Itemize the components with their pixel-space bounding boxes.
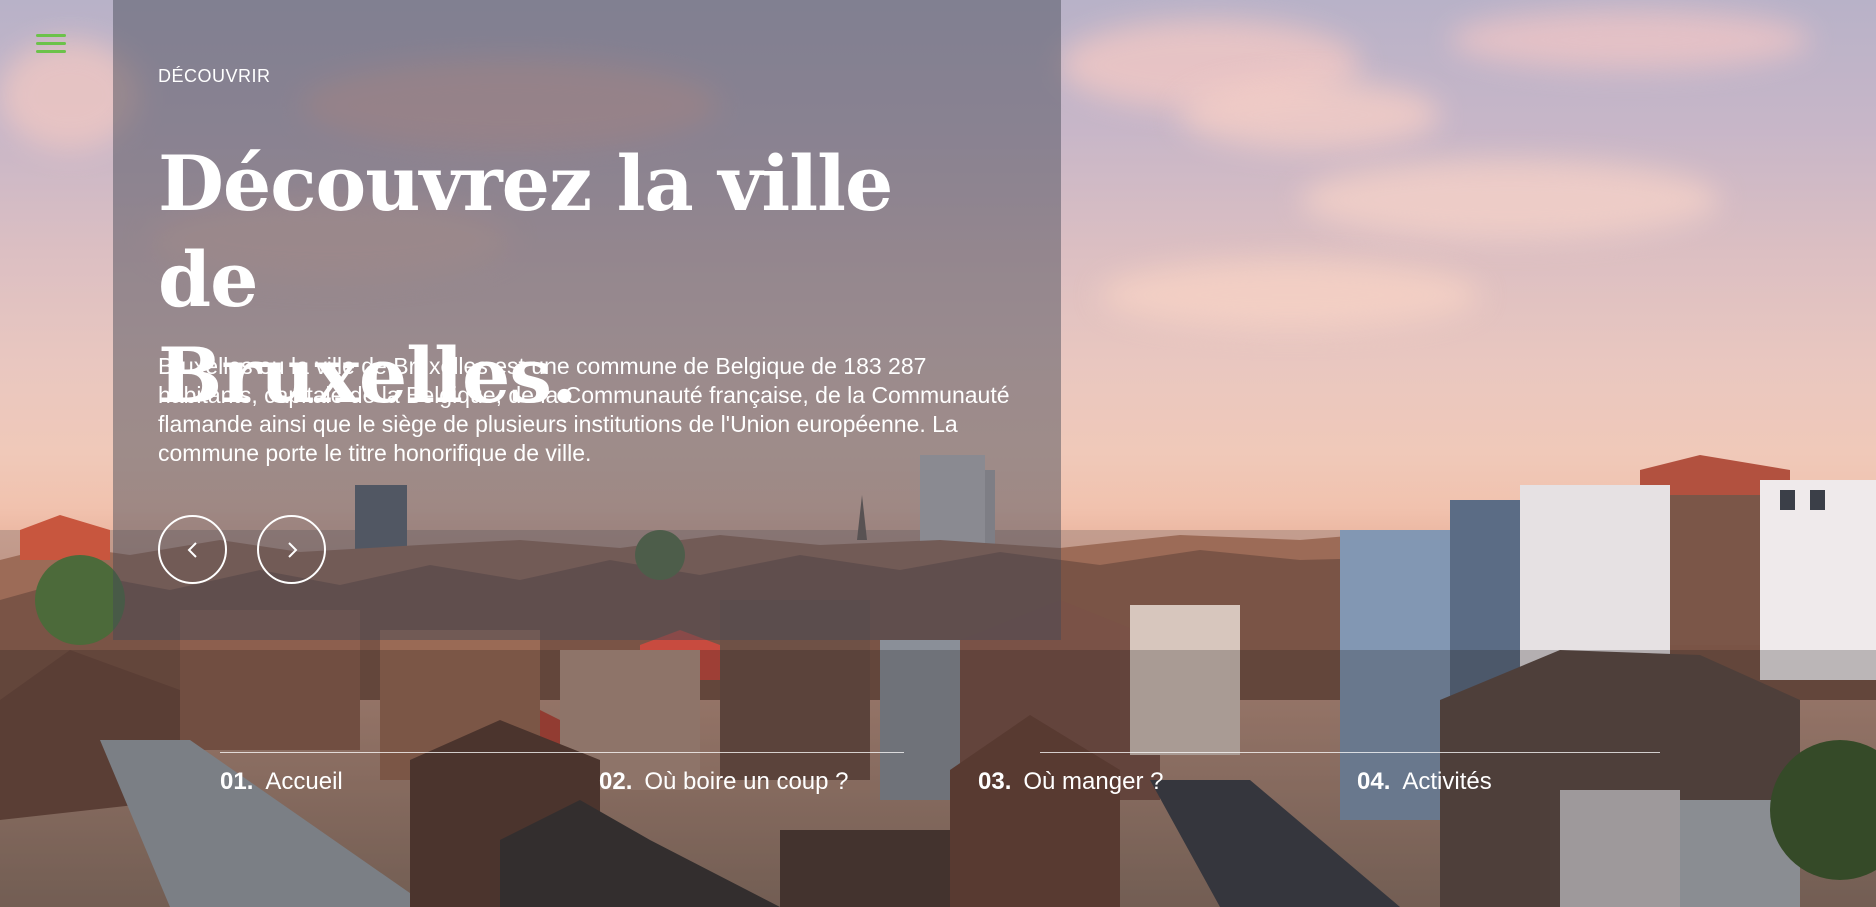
nav-item-label: Où boire un coup ? — [644, 768, 849, 795]
chevron-right-icon — [287, 541, 297, 558]
nav-item-number: 01. — [220, 768, 254, 795]
hero-description: Bruxelles ou la ville de Bruxelles est u… — [158, 353, 1010, 466]
hero-title-line1: Découvrez la ville de — [158, 139, 893, 324]
nav-item-number: 03. — [978, 768, 1012, 795]
nav-item-label: Où manger ? — [1023, 768, 1164, 795]
hero-eyebrow: DÉCOUVRIR — [158, 66, 271, 86]
chevron-left-icon — [187, 541, 197, 558]
hamburger-icon-bar — [36, 34, 66, 37]
menu-button[interactable] — [36, 32, 66, 58]
nav-item-manger[interactable]: 03. Où manger ? — [978, 768, 1163, 796]
next-slide-button[interactable] — [257, 515, 326, 584]
nav-item-number: 04. — [1357, 768, 1391, 795]
nav-item-number: 02. — [599, 768, 633, 795]
hamburger-icon-bar — [36, 50, 66, 53]
nav-item-accueil[interactable]: 01. Accueil — [220, 768, 343, 796]
hamburger-icon-bar — [36, 42, 66, 45]
previous-slide-button[interactable] — [158, 515, 227, 584]
nav-divider — [1040, 752, 1660, 753]
nav-item-label: Accueil — [265, 768, 343, 795]
nav-item-boire[interactable]: 02. Où boire un coup ? — [599, 768, 849, 796]
nav-item-activites[interactable]: 04. Activités — [1357, 768, 1492, 796]
nav-divider — [220, 752, 904, 753]
nav-item-label: Activités — [1402, 768, 1492, 795]
